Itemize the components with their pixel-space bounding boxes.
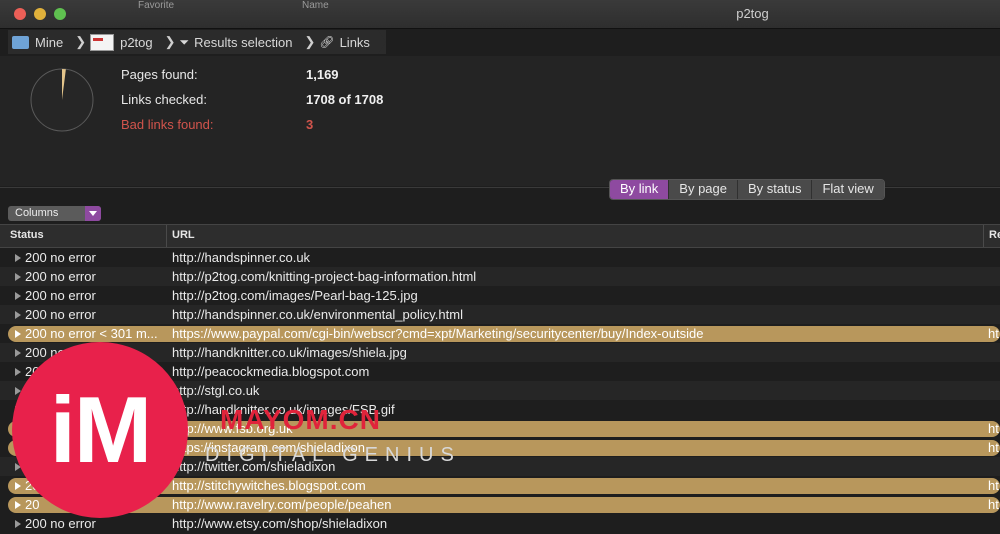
watermark-logo: iM [12,342,188,518]
url-cell: http://handknitter.co.uk/images/shiela.j… [172,345,407,360]
url-cell: http://p2tog.com/knitting-project-bag-in… [172,269,477,284]
site-thumbnail-icon [90,33,115,51]
title-bar: Favorite Name p2tog [0,0,1000,29]
table-header: Status URL Re [0,224,1000,248]
referrer-cell: ht [988,326,999,341]
referrer-cell: ht [988,478,999,493]
disclosure-triangle-icon[interactable] [15,520,21,528]
chevron-down-icon [85,206,101,221]
url-cell: http://www.ravelry.com/people/peahen [172,497,392,512]
status-cell: 200 no error < 301 m... [25,326,158,341]
url-cell: http://stgl.co.uk [172,383,260,398]
disclosure-triangle-icon[interactable] [15,292,21,300]
url-cell: http://p2tog.com/images/Pearl-bag-125.jp… [172,288,418,303]
breadcrumb-label: Results selection [194,34,293,50]
breadcrumb-label: Mine [35,34,64,50]
table-row[interactable]: 200 no error http://p2tog.com/images/Pear… [0,286,1000,305]
url-cell: http://peacockmedia.blogspot.com [172,364,370,379]
disclosure-triangle-icon[interactable] [15,368,21,376]
url-cell: http://handspinner.co.uk [172,250,311,265]
link-icon: 🔗︎ [319,35,335,49]
referrer-cell: ht [988,440,999,455]
url-cell: https://www.paypal.com/cgi-bin/webscr?cm… [172,326,704,341]
table-row[interactable]: 200 no error http://p2tog.com/knitting-pr… [0,267,1000,286]
status-cell: 20 [25,497,40,512]
tab-by-link[interactable]: By link [610,180,670,199]
column-header-url[interactable]: URL [172,229,195,241]
breadcrumb-label: Links [339,34,370,50]
disclosure-triangle-icon[interactable] [15,482,21,490]
breadcrumb-mine[interactable]: Mine [8,30,71,54]
chevron-right-icon: ❯ [304,34,316,49]
watermark-text: MAYOM.CN [220,404,381,435]
chevron-right-icon: ❯ [164,34,176,49]
disclosure-triangle-icon[interactable] [15,330,21,338]
disclosure-triangle-icon[interactable] [15,311,21,319]
disclosure-triangle-icon[interactable] [15,349,21,357]
disclosure-triangle-icon[interactable] [15,273,21,281]
table-row[interactable]: 200 no error http://www.etsy.com/shop/shi… [0,514,1000,533]
bad-links-label: Bad links found: [121,117,214,132]
status-cell: 200 no error [25,269,96,284]
breadcrumb-p2tog[interactable]: ❯ p2tog [71,30,160,54]
url-cell: http://stitchywitches.blogspot.com [172,478,366,493]
bad-links-value[interactable]: 3 [306,117,313,132]
breadcrumb-links[interactable]: ❯ 🔗︎ Links [300,30,378,54]
table-row[interactable]: 200 no error http://handspinner.co.uk/env… [0,305,1000,324]
columns-label: Columns [15,207,59,219]
row-highlight [8,497,1000,513]
table-row[interactable]: 200 no error http://handspinner.co.uk [0,248,1000,267]
disclosure-triangle-icon[interactable] [15,254,21,262]
folder-icon [12,35,29,49]
breadcrumb: Mine ❯ p2tog ❯ ⏷ Results selection ❯ 🔗︎ … [8,30,386,54]
window-title: p2tog [736,6,769,21]
column-header-referrer[interactable]: Re [989,229,1000,241]
chevron-right-icon: ❯ [75,34,87,49]
filter-icon: ⏷ [179,34,190,49]
tab-flat-view[interactable]: Flat view [812,180,884,199]
tab-by-page[interactable]: By page [669,180,738,199]
tab-by-status[interactable]: By status [738,180,813,199]
links-checked-value: 1708 of 1708 [306,92,384,107]
referrer-cell: ht [988,421,999,436]
table-row[interactable]: 200 no error < 301 m... https://www.paypa… [0,324,1000,343]
breadcrumb-label: p2tog [120,34,153,50]
status-cell: 200 no error [25,307,96,322]
breadcrumb-results-selection[interactable]: ❯ ⏷ Results selection [161,30,301,54]
referrer-cell: ht [988,497,999,512]
pages-found-value: 1,169 [306,67,339,82]
status-cell: 200 no error [25,250,96,265]
watermark-subtext: DIGITAL GENIUS [205,444,461,466]
url-cell: http://www.etsy.com/shop/shieladixon [172,516,388,531]
progress-pie-icon [30,68,94,132]
column-header-status[interactable]: Status [10,229,44,241]
status-cell: 200 no error [25,516,96,531]
columns-popup-button[interactable]: Columns [8,206,101,221]
status-cell: 200 no error [25,288,96,303]
url-cell: http://handspinner.co.uk/environmental_p… [172,307,463,322]
pages-found-label: Pages found: [121,67,198,82]
view-mode-segmented-control: By link By page By status Flat view [609,179,885,200]
disclosure-triangle-icon[interactable] [15,501,21,509]
links-checked-label: Links checked: [121,92,207,107]
